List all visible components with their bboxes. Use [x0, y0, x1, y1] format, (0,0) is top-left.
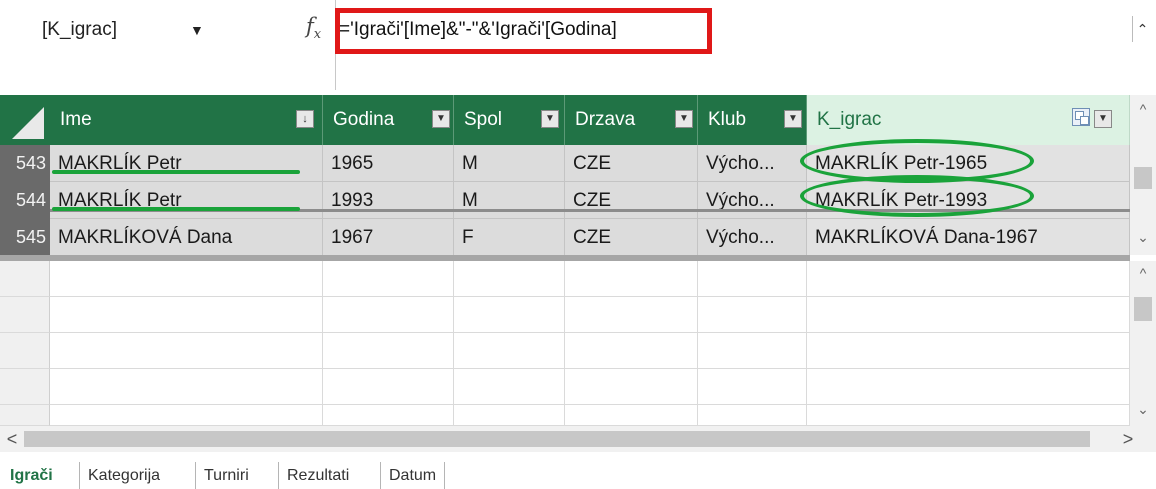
name-box[interactable]: [K_igrac] ▼ — [42, 16, 210, 44]
cell-k-igrac[interactable]: MAKRLÍKOVÁ Dana-1967 — [807, 219, 1130, 256]
cell-klub[interactable]: Výcho... — [698, 182, 807, 219]
cell-ime[interactable]: MAKRLÍK Petr — [50, 145, 323, 182]
tab-turniri[interactable]: Turniri — [195, 462, 257, 489]
column-header-label: Spol — [464, 109, 503, 130]
chevron-left-icon[interactable]: < — [0, 426, 24, 452]
cell-drzava[interactable]: CZE — [565, 219, 698, 256]
cell-spol[interactable]: F — [454, 219, 565, 256]
tab-kategorija[interactable]: Kategorija — [79, 462, 168, 489]
column-header-ime[interactable]: Ime — [50, 95, 323, 145]
filter-dropdown-icon[interactable]: ▼ — [1094, 110, 1112, 128]
row-number[interactable]: 544 — [0, 182, 50, 219]
list-item[interactable] — [0, 261, 1130, 297]
tab-igraci[interactable]: Igrači — [2, 462, 61, 489]
cell-spol[interactable]: M — [454, 145, 565, 182]
double-chevron-up-icon[interactable]: ⌃ — [1132, 16, 1152, 42]
chevron-up-icon[interactable]: ^ — [1130, 101, 1156, 117]
list-item[interactable] — [0, 369, 1130, 405]
horizontal-scrollbar[interactable]: < > — [0, 426, 1156, 452]
function-icon[interactable]: fx — [306, 14, 321, 42]
table-row[interactable]: 545 MAKRLÍKOVÁ Dana 1967 F CZE Výcho... … — [0, 219, 1130, 256]
sort-icon[interactable]: ↓ — [296, 110, 314, 128]
tab-rezultati[interactable]: Rezultati — [278, 462, 357, 489]
data-grid: Ime ↓ Godina ▼ Spol ▼ Drzava ▼ Klub ▼ K_… — [0, 95, 1156, 257]
filter-dropdown-icon[interactable]: ▼ — [541, 110, 559, 128]
filter-dropdown-icon[interactable]: ▼ — [432, 110, 450, 128]
column-header-label: Godina — [333, 109, 395, 130]
column-header-label: Ime — [60, 109, 92, 130]
underline-annotation — [52, 170, 300, 174]
chevron-down-icon[interactable]: ⌄ — [1130, 401, 1156, 418]
scroll-thumb[interactable] — [24, 431, 1090, 447]
chevron-right-icon[interactable]: > — [1116, 426, 1140, 452]
cell-godina[interactable]: 1993 — [323, 182, 454, 219]
vertical-scrollbar-top[interactable]: ^ ⌄ — [1130, 95, 1156, 255]
scroll-thumb[interactable] — [1134, 297, 1152, 321]
cell-drzava[interactable]: CZE — [565, 145, 698, 182]
list-item[interactable] — [0, 405, 1130, 426]
underline-annotation — [52, 207, 300, 211]
name-box-value: [K_igrac] — [42, 19, 117, 40]
list-item[interactable] — [0, 297, 1130, 333]
cell-klub[interactable]: Výcho... — [698, 145, 807, 182]
vertical-scrollbar-bottom[interactable]: ^ ⌄ — [1130, 261, 1156, 426]
chevron-up-icon[interactable]: ^ — [1130, 265, 1156, 281]
measures-grid — [0, 261, 1130, 426]
cell-godina[interactable]: 1967 — [323, 219, 454, 256]
column-header-label: Klub — [708, 109, 747, 130]
oval-annotation — [800, 175, 1034, 217]
cell-ime[interactable]: MAKRLÍK Petr — [50, 182, 323, 219]
select-all-corner[interactable] — [0, 95, 50, 145]
chevron-down-icon[interactable]: ⌄ — [1130, 229, 1156, 246]
formula-bar: [K_igrac] ▼ fx ='Igrači'[Ime]&"-"&'Igrač… — [0, 0, 1156, 90]
sheet-tabs: Igrači Kategorija Turniri Rezultati Datu… — [0, 456, 1156, 489]
column-format-icon[interactable] — [1072, 108, 1090, 126]
cell-drzava[interactable]: CZE — [565, 182, 698, 219]
row-number[interactable]: 543 — [0, 145, 50, 182]
scroll-thumb[interactable] — [1134, 167, 1152, 189]
cell-spol[interactable]: M — [454, 182, 565, 219]
filter-dropdown-icon[interactable]: ▼ — [675, 110, 693, 128]
column-header-label: Drzava — [575, 109, 636, 130]
list-item[interactable] — [0, 333, 1130, 369]
chevron-down-icon[interactable]: ▼ — [190, 16, 204, 44]
row-number[interactable]: 545 — [0, 219, 50, 256]
column-header-label: K_igrac — [817, 109, 882, 130]
cell-klub[interactable]: Výcho... — [698, 219, 807, 256]
cell-godina[interactable]: 1965 — [323, 145, 454, 182]
tab-datum[interactable]: Datum — [380, 462, 446, 489]
filter-dropdown-icon[interactable]: ▼ — [784, 110, 802, 128]
cell-ime[interactable]: MAKRLÍKOVÁ Dana — [50, 219, 323, 256]
formula-highlight-annotation — [335, 8, 712, 54]
